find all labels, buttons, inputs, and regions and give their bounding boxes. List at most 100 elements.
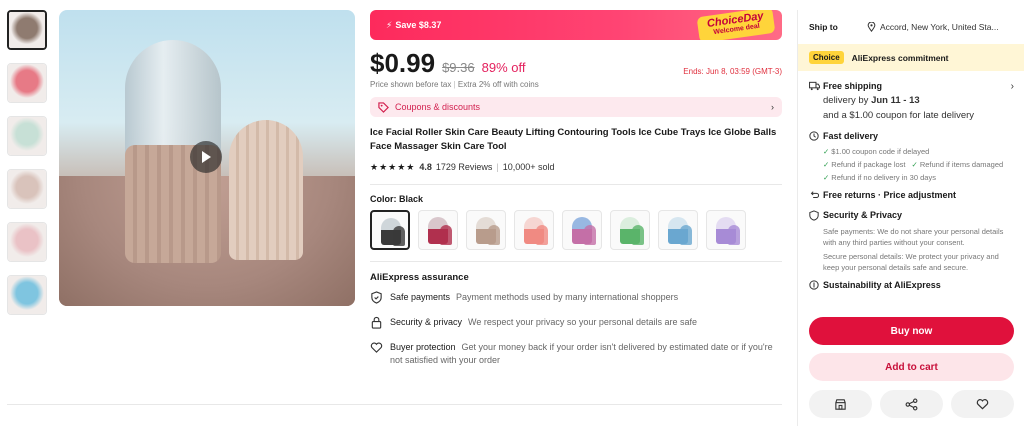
choice-tag: Choice — [809, 51, 844, 64]
discount-percent: 89% off — [481, 60, 526, 75]
assurance-safe-payments: Safe payments Payment methods used by man… — [370, 290, 782, 308]
swatch-cap — [393, 225, 405, 246]
star-rating-icon: ★★★★★ — [370, 161, 416, 172]
chevron-right-icon: › — [771, 102, 774, 112]
color-swatch-black[interactable] — [370, 209, 410, 250]
shipping-block: Free shipping › delivery by Jun 11 - 13 … — [798, 81, 1024, 292]
fast-delivery-item: ✓ Refund if package lost ✓ Refund if items … — [823, 160, 1004, 170]
fast-delivery-title: Fast delivery — [823, 131, 879, 142]
swatch-cap — [632, 224, 644, 245]
swatch-cap — [680, 224, 692, 245]
commitment-label: AliExpress commitment — [851, 52, 949, 63]
promo-banner: ⚡ Save $8.37 ChoiceDay Welcome deal — [370, 10, 782, 40]
store-button[interactable] — [809, 390, 872, 418]
color-label: Color: Black — [370, 193, 424, 204]
thumbnail-image — [8, 223, 46, 261]
coin-discount[interactable]: Extra 2% off with coins — [458, 80, 539, 89]
share-button[interactable] — [880, 390, 943, 418]
leaf-icon — [809, 280, 821, 292]
ship-location: Accord, New York, United Sta... — [880, 22, 999, 32]
choice-day-badge: ChoiceDay Welcome deal — [696, 10, 776, 40]
assurance-buyer-protection: Buyer protection Get your money back if y… — [370, 341, 782, 367]
security-title: Security & Privacy — [823, 210, 903, 221]
shield-icon — [809, 210, 821, 223]
tax-text: Price shown before tax — [370, 80, 452, 89]
tax-note: Price shown before tax | Extra 2% off wi… — [370, 80, 539, 89]
security-privacy-row: Security & Privacy — [809, 210, 1014, 223]
fast-delivery-row: Fast delivery — [809, 131, 1014, 143]
color-swatch-purple[interactable] — [706, 209, 746, 250]
shield-icon — [370, 290, 386, 308]
thumbnail-image — [8, 117, 46, 155]
coupons-label: Coupons & discounts — [395, 102, 481, 112]
add-to-cart-button[interactable]: Add to cart — [809, 353, 1014, 381]
ship-to-row[interactable]: Ship to Accord, New York, United Sta... — [798, 10, 1024, 44]
late-coupon: and a $1.00 coupon for late delivery — [823, 110, 975, 122]
action-icon-row — [809, 390, 1014, 418]
tag-icon — [378, 101, 389, 113]
assurance-item-title: Security & privacy — [390, 316, 463, 327]
divider — [370, 183, 782, 185]
thumbnail-image — [8, 170, 46, 208]
product-page: ⚡ Save $8.37 ChoiceDay Welcome deal $0.9… — [0, 0, 1024, 426]
product-info: ⚡ Save $8.37 ChoiceDay Welcome deal $0.9… — [370, 10, 782, 367]
save-amount: Save $8.37 — [395, 20, 442, 30]
purchase-panel: Ship to Accord, New York, United Sta... … — [797, 10, 1024, 426]
thumbnail-image — [8, 64, 46, 102]
color-swatch-khaki[interactable] — [466, 209, 506, 250]
shell-prop — [229, 120, 303, 260]
product-main-image[interactable] — [59, 10, 355, 306]
thumbnail-5[interactable] — [7, 222, 47, 262]
sold-count: 10,000+ sold — [502, 162, 555, 172]
thumbnail-image — [8, 276, 46, 314]
thumbnail-3[interactable] — [7, 116, 47, 156]
thumbnail-1[interactable] — [7, 10, 47, 50]
security-text-1: Safe payments: We do not share your pers… — [823, 227, 1004, 247]
protection-icon — [370, 341, 386, 367]
assurance-item-desc: We respect your privacy so your personal… — [468, 316, 697, 327]
swatch-cap — [584, 224, 596, 245]
color-swatch-multi[interactable] — [562, 209, 602, 250]
buy-now-button[interactable]: Buy now — [809, 317, 1014, 345]
play-video-button[interactable] — [190, 141, 222, 173]
choice-commitment-bar: Choice AliExpress commitment — [798, 44, 1024, 71]
swatch-cap — [488, 224, 500, 245]
security-text-2: Secure personal details: We protect your… — [823, 252, 999, 272]
coupons-discounts-bar[interactable]: Coupons & discounts › — [370, 97, 782, 117]
thumbnail-2[interactable] — [7, 63, 47, 103]
color-swatch-green[interactable] — [610, 209, 650, 250]
sustainability-title: Sustainability at AliExpress — [823, 280, 941, 291]
thumbnail-list — [7, 10, 47, 328]
share-icon — [905, 398, 918, 410]
free-returns-row: Free returns · Price adjustment — [809, 190, 1014, 202]
assurance-title: AliExpress assurance — [370, 271, 469, 283]
deal-end-time: Ends: Jun 8, 03:59 (GMT-3) — [683, 67, 782, 76]
thumbnail-image — [9, 12, 45, 48]
wishlist-button[interactable] — [951, 390, 1014, 418]
thumbnail-6[interactable] — [7, 275, 47, 315]
delivery-date: delivery by Jun 11 - 13 — [823, 95, 920, 106]
sustainability-row[interactable]: Sustainability at AliExpress — [809, 280, 1014, 292]
truck-icon — [809, 81, 821, 93]
free-shipping-row[interactable]: Free shipping › — [809, 81, 1014, 93]
divider — [370, 260, 782, 262]
current-price: $0.99 — [370, 48, 436, 78]
chevron-right-icon: › — [1010, 81, 1014, 92]
bolt-icon: ⚡ — [386, 19, 393, 30]
heart-icon — [976, 399, 989, 410]
assurance-security-privacy: Security & privacy We respect your privac… — [370, 316, 782, 333]
color-swatches — [370, 209, 782, 250]
assurance-item-title: Buyer protection — [390, 341, 456, 352]
store-icon — [835, 398, 846, 410]
location-pin-icon — [867, 22, 876, 32]
color-swatch-pink[interactable] — [514, 209, 554, 250]
swatch-cap — [440, 224, 452, 245]
lock-icon — [370, 316, 386, 333]
color-swatch-blue[interactable] — [658, 209, 698, 250]
review-count[interactable]: 1729 Reviews — [436, 162, 493, 172]
free-returns-title: Free returns · Price adjustment — [823, 190, 957, 201]
thumbnail-4[interactable] — [7, 169, 47, 209]
ratings-row[interactable]: ★★★★★ 4.8 1729 Reviews | 10,000+ sold — [370, 162, 782, 173]
color-swatch-wine[interactable] — [418, 209, 458, 250]
swatch-cap — [536, 224, 548, 245]
